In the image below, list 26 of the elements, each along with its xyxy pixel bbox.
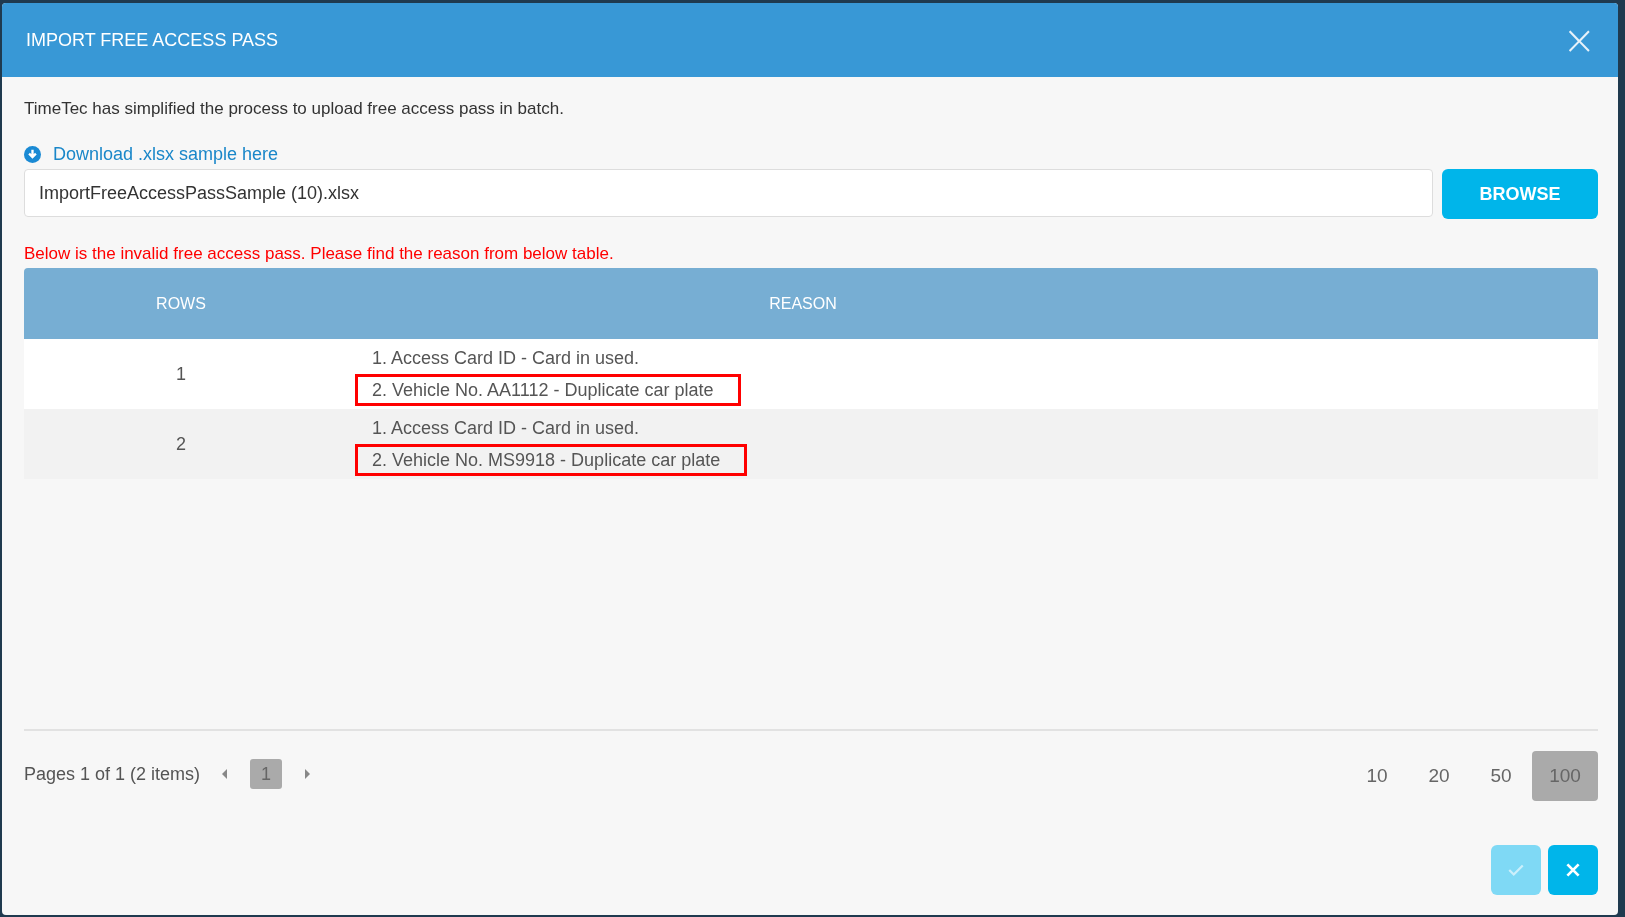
page-size-button[interactable]: 20 xyxy=(1408,751,1470,801)
column-header: ROWS xyxy=(155,294,207,313)
close-button[interactable]: × xyxy=(1562,20,1596,60)
reason-text: 2. Vehicle No. MS9918 - Duplicate car plate xyxy=(355,444,748,476)
browse-button[interactable]: BROWSE xyxy=(1442,169,1598,219)
page-size-button[interactable]: 50 xyxy=(1470,751,1532,801)
reason-text: 1. Access Card ID - Card in used. xyxy=(371,347,641,370)
reason-text: 2. Vehicle No. AA1112 - Duplicate car plate xyxy=(355,374,741,406)
page-button[interactable]: 1 xyxy=(250,759,283,789)
page-size-button[interactable]: 100 xyxy=(1532,751,1598,801)
dialog-title: IMPORT FREE ACCESS PASS xyxy=(26,29,280,51)
row-number-cell-text: 2 xyxy=(175,433,187,455)
download-icon xyxy=(24,146,41,163)
intro-text: TimeTec has simplified the process to upload free access pass in batch. xyxy=(24,99,565,119)
download-link[interactable]: Download .xlsx sample here xyxy=(53,144,279,165)
left-caret-icon xyxy=(222,769,229,779)
right-caret-icon xyxy=(304,769,311,779)
error-message: Below is the invalid free access pass. Please find the reason from below table. xyxy=(24,244,615,264)
cancel-button[interactable] xyxy=(1548,845,1598,895)
file-name-field[interactable]: ImportFreeAccessPassSample (10).xlsx xyxy=(24,169,1433,217)
close-icon xyxy=(1564,861,1582,879)
row-number-cell-text: 1 xyxy=(175,363,187,385)
page-size-button[interactable]: 10 xyxy=(1346,751,1408,801)
column-header: REASON xyxy=(768,294,838,313)
reason-text: 1. Access Card ID - Card in used. xyxy=(371,417,641,440)
pager-summary: Pages 1 of 1 (2 items) xyxy=(24,763,201,785)
